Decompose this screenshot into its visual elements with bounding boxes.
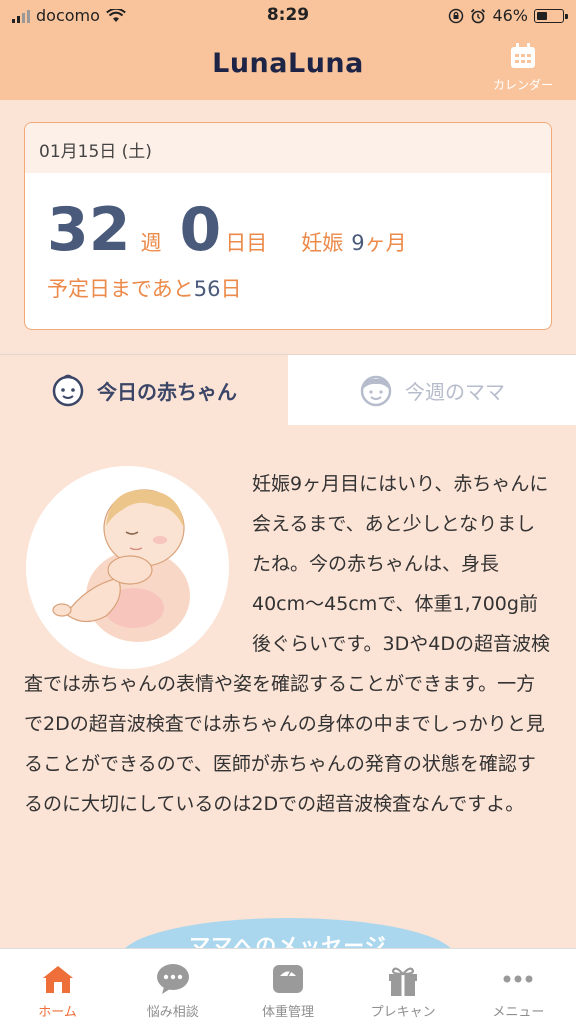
status-bar: docomo 8:29 46% [0, 0, 576, 32]
battery-fill [537, 11, 548, 20]
due-date-countdown: 予定日まであと56日 [47, 273, 242, 303]
remaining-days: 56 [193, 277, 221, 301]
nav-menu-label: メニュー [492, 1005, 545, 1020]
more-dots-icon [503, 975, 533, 983]
days-unit: 日目 [225, 231, 268, 255]
pregnancy-label: 妊娠 [301, 231, 344, 255]
nav-weight-label: 体重管理 [261, 1005, 314, 1020]
calendar-label: カレンダー [492, 78, 553, 92]
text-wrap-spacer [24, 464, 252, 664]
nav-home-label: ホーム [38, 1005, 77, 1020]
month-unit: ヶ月 [364, 231, 407, 255]
nav-present-campaign[interactable]: プレキャン [346, 949, 461, 1024]
current-date: 01月15日 (土) [25, 123, 551, 173]
tab-today-baby[interactable]: 今日の赤ちゃん [0, 355, 288, 425]
nav-present-campaign-label: プレキャン [370, 1005, 436, 1020]
remaining-prefix: 予定日まであと [47, 277, 194, 301]
days-number: 0 [179, 195, 222, 265]
pregnancy-month: 9 [351, 231, 365, 255]
nav-consultation[interactable]: 悩み相談 [115, 949, 230, 1024]
pregnancy-status-card: 01月15日 (土) 32 週 0 日目 妊娠 9 ヶ月 予定日まであと56日 [24, 122, 552, 330]
orientation-lock-icon [449, 8, 464, 23]
tab-this-week-mama[interactable]: 今週のママ [288, 355, 576, 425]
nav-weight[interactable]: 体重管理 [230, 949, 345, 1024]
status-right: 46% [448, 6, 568, 25]
pregnancy-progress: 32 週 0 日目 妊娠 9 ヶ月 [47, 195, 407, 265]
battery-percent: 46% [492, 6, 528, 25]
weeks-unit: 週 [140, 231, 162, 255]
scale-icon [272, 965, 303, 993]
mama-face-icon [360, 375, 392, 407]
tab-this-week-mama-label: 今週のママ [405, 379, 505, 404]
calendar-icon [511, 43, 535, 68]
top-bar: docomo 8:29 46% LunaLuna カレンダー [0, 0, 576, 100]
gift-icon [389, 967, 418, 996]
content-tabs: 今日の赤ちゃん 今週のママ [0, 354, 576, 425]
alarm-icon [471, 8, 486, 23]
nav-consultation-label: 悩み相談 [146, 1005, 199, 1020]
app-logo: LunaLuna [212, 48, 364, 79]
chat-bubble-icon [156, 964, 189, 994]
nav-menu[interactable]: メニュー [461, 949, 576, 1024]
bottom-navigation: ホーム 悩み相談 体重管理 プレキャン メニュー [0, 948, 576, 1024]
nav-home[interactable]: ホーム [0, 949, 115, 1024]
battery-icon [534, 8, 568, 23]
article-body: 妊娠9ヶ月目にはいり、赤ちゃんに会えるまで、あと少しとなりましたね。今の赤ちゃん… [24, 464, 554, 824]
baby-face-icon [52, 374, 84, 407]
weeks-number: 32 [47, 195, 131, 265]
home-icon [42, 966, 73, 993]
remaining-suffix: 日 [220, 277, 242, 301]
calendar-button[interactable]: カレンダー [492, 42, 554, 92]
tab-today-baby-label: 今日の赤ちゃん [97, 379, 237, 404]
